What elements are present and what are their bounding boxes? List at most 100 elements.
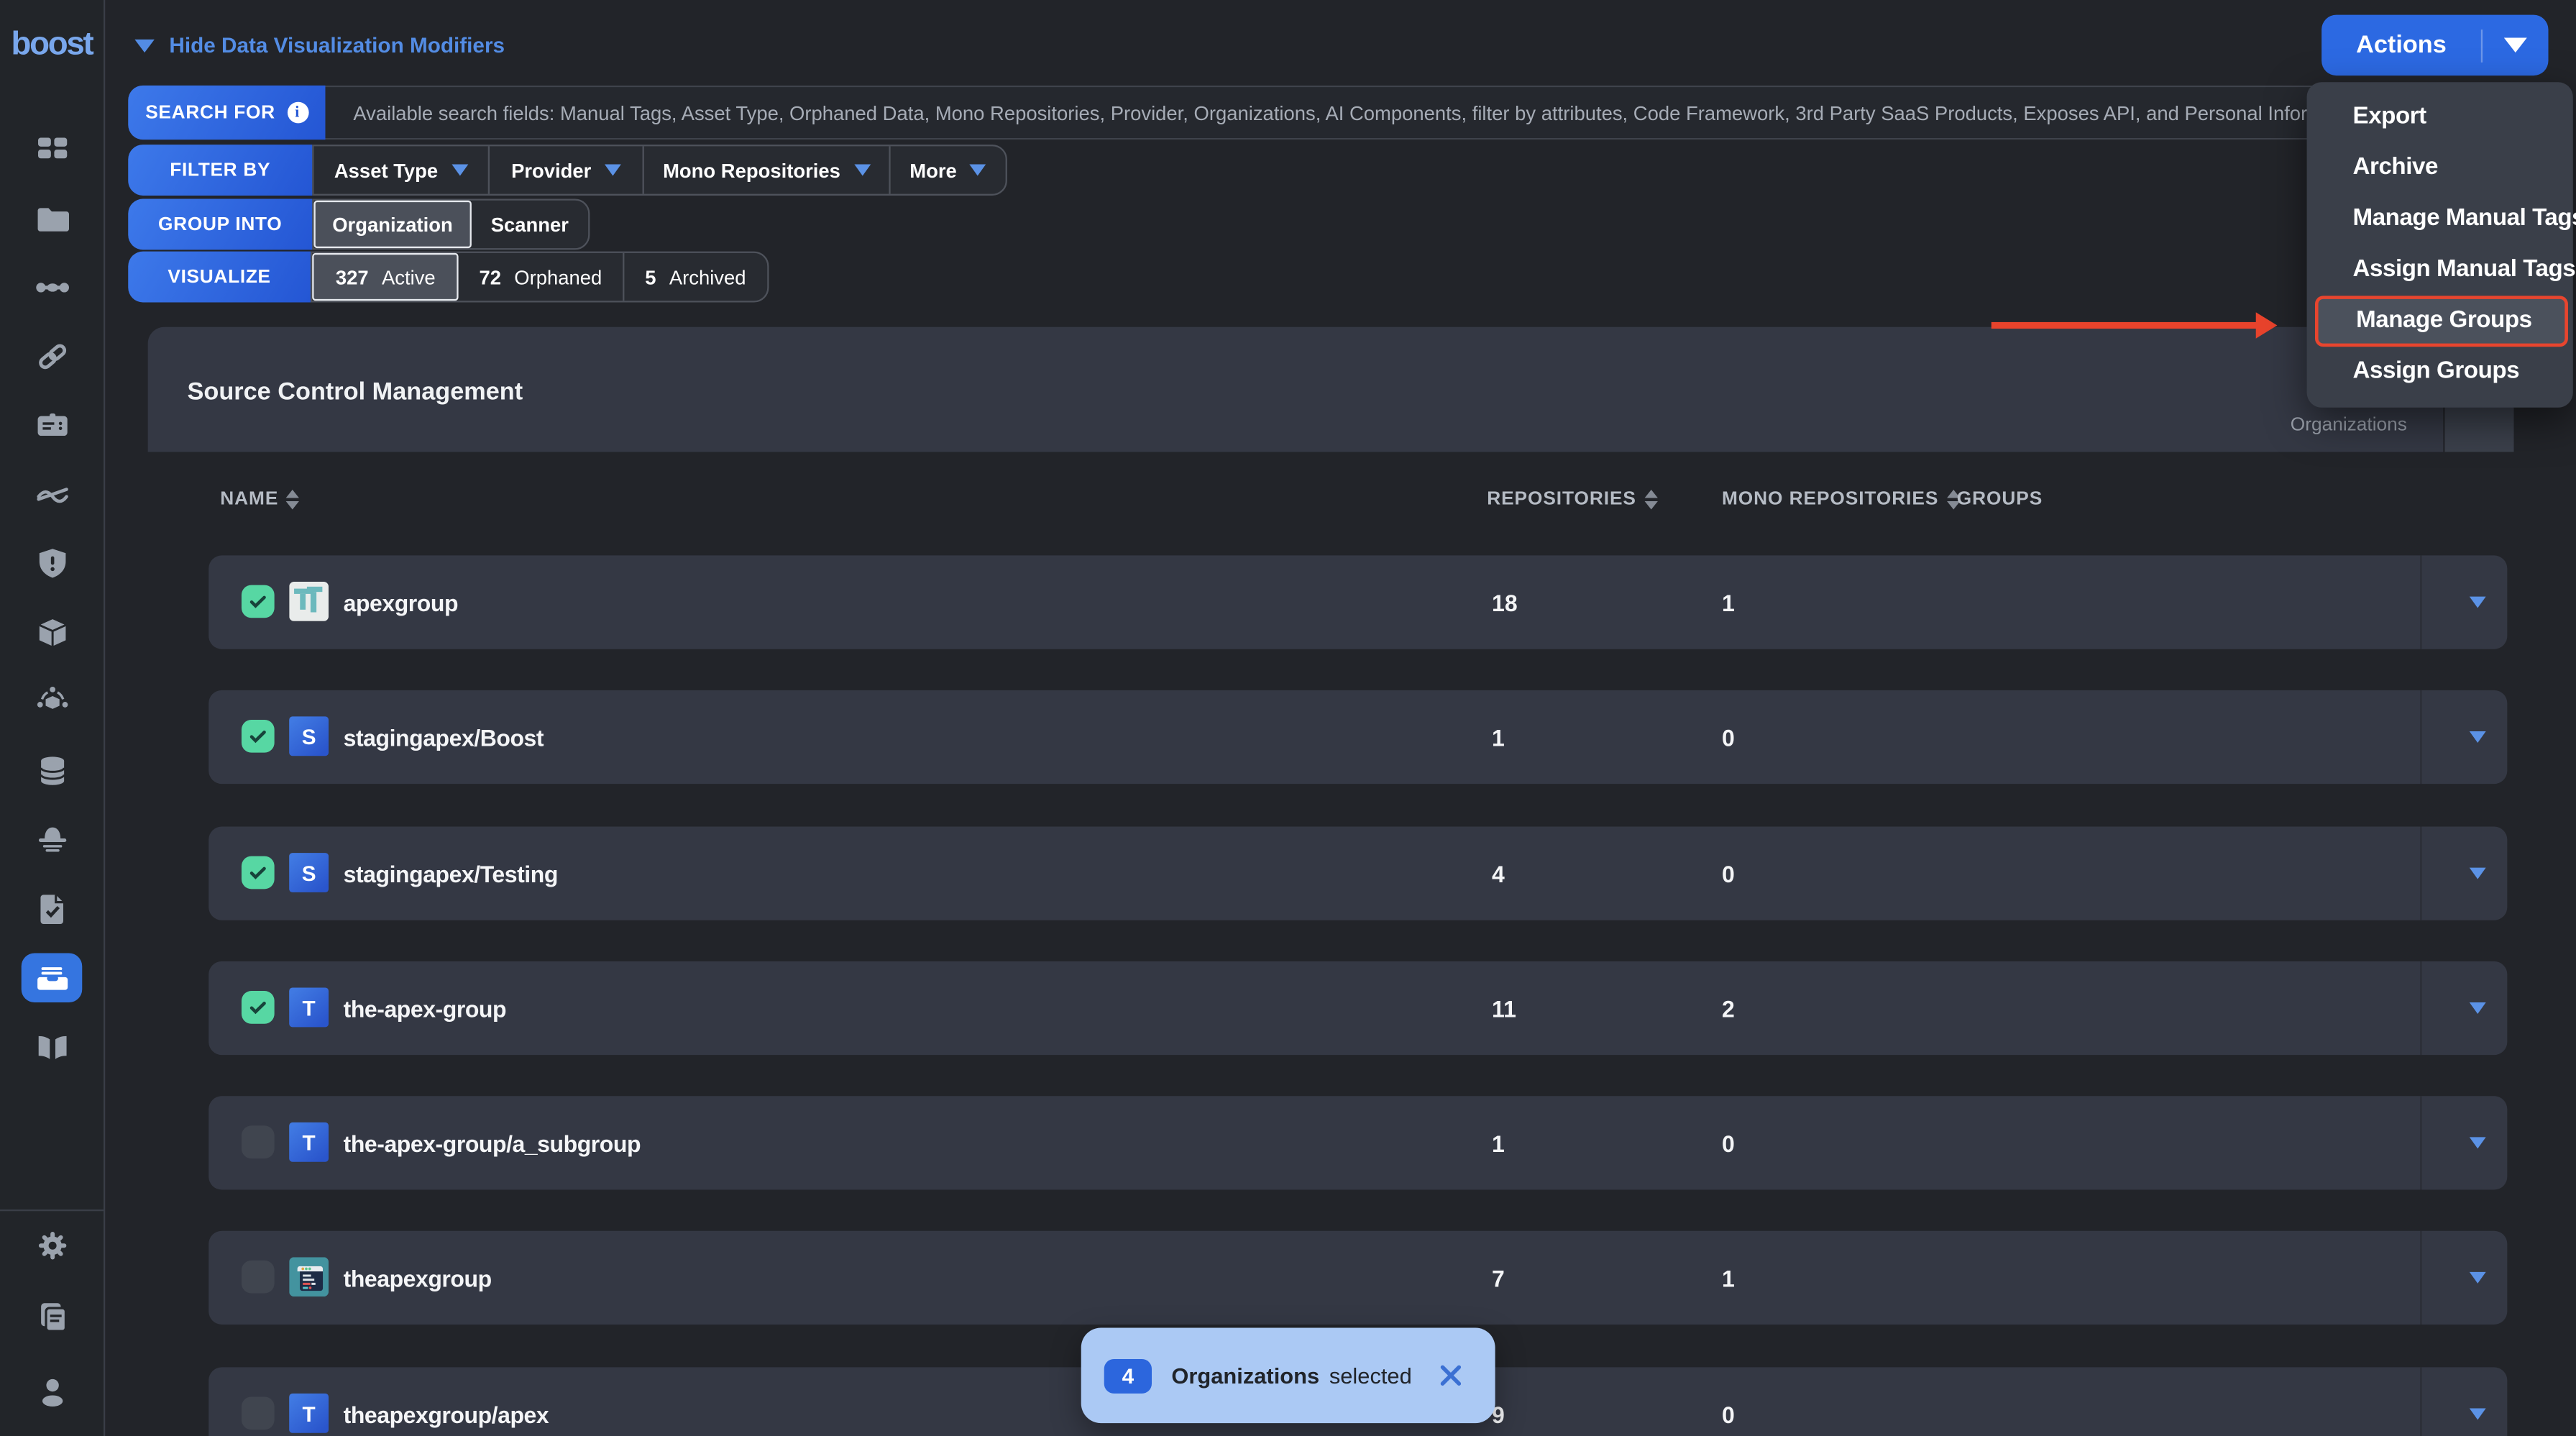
sidebar-item-inventory-card[interactable] xyxy=(0,398,104,454)
folder-icon xyxy=(37,208,68,232)
source-control-panel: Source Control Management Organizations xyxy=(147,326,2514,452)
visualize-option-archived[interactable]: 5 Archived xyxy=(624,253,768,301)
sidebar-item-integrations[interactable] xyxy=(0,329,104,385)
sidebar-item-connections[interactable] xyxy=(0,260,104,316)
group-option-organization[interactable]: Organization xyxy=(313,200,472,249)
table-row[interactable]: T the-apex-group/a_subgroup 1 0 xyxy=(208,1096,2508,1190)
sidebar: boost xyxy=(0,0,106,1436)
row-expand-caret[interactable] xyxy=(2448,827,2507,920)
row-checkbox[interactable] xyxy=(241,856,275,890)
search-for-pill: SEARCH FOR i xyxy=(128,85,326,140)
chevron-down-icon xyxy=(2469,1408,2486,1420)
sidebar-item-scanners[interactable] xyxy=(0,812,104,868)
sidebar-item-docs[interactable] xyxy=(0,1019,104,1075)
sidebar-item-dashboard[interactable] xyxy=(0,120,104,176)
asset-type-dropdown[interactable]: Asset Type xyxy=(313,146,490,194)
scanner-hat-icon xyxy=(37,827,66,852)
row-checkbox[interactable] xyxy=(241,719,275,753)
actions-caret[interactable] xyxy=(2483,37,2548,53)
row-expand-caret[interactable] xyxy=(2448,1231,2507,1325)
row-checkbox[interactable] xyxy=(241,1260,275,1294)
chevron-down-icon xyxy=(451,164,468,176)
sort-icon xyxy=(1644,490,1658,510)
menu-item-assign-manual-tags[interactable]: Assign Manual Tags xyxy=(2307,245,2576,296)
filter-by-label: FILTER BY xyxy=(170,160,271,180)
menu-item-manage-groups[interactable]: Manage Groups xyxy=(2314,296,2568,347)
repositories-count: 4 xyxy=(1492,860,1505,887)
row-divider xyxy=(2420,555,2422,649)
sidebar-item-audit-log[interactable] xyxy=(0,1289,104,1345)
org-name: stagingapex/Testing xyxy=(343,860,559,887)
visualize-pill: VISUALIZE xyxy=(128,251,311,303)
org-name: theapexgroup/apex xyxy=(343,1401,549,1427)
row-expand-caret[interactable] xyxy=(2448,1367,2507,1436)
info-icon[interactable]: i xyxy=(286,101,308,124)
sidebar-item-trends[interactable] xyxy=(0,467,104,523)
grouping-label: Organizations xyxy=(2290,416,2407,436)
mono-repositories-count: 0 xyxy=(1721,723,1735,751)
group-into-label: GROUP INTO xyxy=(158,214,283,234)
sidebar-item-account[interactable] xyxy=(0,1364,104,1420)
sidebar-item-settings[interactable] xyxy=(0,1217,104,1273)
provider-dropdown[interactable]: Provider xyxy=(490,146,644,194)
mono-repositories-count: 2 xyxy=(1721,994,1735,1022)
row-checkbox[interactable] xyxy=(241,991,275,1024)
sidebar-divider xyxy=(0,1209,104,1212)
org-name: theapexgroup xyxy=(343,1264,492,1291)
table-row[interactable]: theapexgroup 7 1 xyxy=(208,1230,2508,1325)
sidebar-item-deployments[interactable] xyxy=(0,674,104,730)
visualize-option-orphaned[interactable]: 72 Orphaned xyxy=(459,252,624,301)
menu-item-assign-groups[interactable]: Assign Groups xyxy=(2307,347,2573,398)
sidebar-item-assets[interactable] xyxy=(0,191,104,247)
menu-item-archive[interactable]: Archive xyxy=(2307,143,2573,194)
org-name: stagingapex/Boost xyxy=(343,723,544,751)
chevron-down-icon xyxy=(853,164,871,176)
repositories-count: 1 xyxy=(1492,723,1505,751)
table-row[interactable]: S stagingapex/Boost 1 0 xyxy=(208,690,2508,785)
hide-modifiers-toggle[interactable]: Hide Data Visualization Modifiers xyxy=(134,33,505,58)
row-expand-caret[interactable] xyxy=(2448,961,2507,1055)
close-icon[interactable] xyxy=(1438,1363,1465,1389)
mono-repositories-dropdown[interactable]: Mono Repositories xyxy=(644,146,891,194)
check-icon xyxy=(249,866,266,879)
visualize-option-active[interactable]: 327 Active xyxy=(312,252,459,301)
column-header-mono-repositories[interactable]: MONO REPOSITORIES xyxy=(1722,490,1961,510)
chevron-down-icon xyxy=(2503,37,2527,53)
row-divider xyxy=(2420,1096,2422,1190)
table-row[interactable]: S stagingapex/Testing 4 0 xyxy=(208,826,2508,920)
mono-repositories-count: 1 xyxy=(1721,589,1735,616)
column-header-groups[interactable]: GROUPS xyxy=(1957,490,2043,509)
document-check-icon xyxy=(40,895,63,925)
org-name: the-apex-group/a_subgroup xyxy=(343,1130,641,1156)
table-row[interactable]: apexgroup 18 1 xyxy=(208,555,2508,649)
row-expand-caret[interactable] xyxy=(2448,555,2507,649)
more-dropdown[interactable]: More xyxy=(891,146,1006,193)
row-expand-caret[interactable] xyxy=(2448,1096,2507,1189)
row-checkbox[interactable] xyxy=(241,585,275,618)
visualize-label: VISUALIZE xyxy=(168,267,271,287)
sidebar-item-databases[interactable] xyxy=(0,743,104,799)
column-header-name[interactable]: NAME xyxy=(220,490,300,510)
row-checkbox[interactable] xyxy=(241,1125,275,1159)
toast-suffix: selected xyxy=(1329,1363,1412,1388)
org-name: the-apex-group xyxy=(343,994,507,1022)
row-expand-caret[interactable] xyxy=(2448,690,2507,784)
id-card-icon xyxy=(37,413,67,436)
deploy-cube-icon xyxy=(36,687,68,709)
search-field-bar[interactable]: Available search fields: Manual Tags, As… xyxy=(325,85,2537,140)
column-header-repositories[interactable]: REPOSITORIES xyxy=(1487,490,1658,510)
row-divider xyxy=(2420,1230,2422,1325)
table-row[interactable]: T the-apex-group 11 2 xyxy=(208,961,2508,1056)
row-checkbox[interactable] xyxy=(241,1396,275,1430)
sidebar-item-packages[interactable] xyxy=(0,605,104,661)
menu-item-export[interactable]: Export xyxy=(2307,92,2573,143)
sidebar-item-inventory-active[interactable] xyxy=(0,951,104,1007)
chevron-down-icon xyxy=(2469,867,2486,879)
actions-button[interactable]: Actions xyxy=(2321,14,2549,76)
nodes-icon xyxy=(35,283,68,293)
chevron-down-icon xyxy=(2469,731,2486,743)
group-option-scanner[interactable]: Scanner xyxy=(472,201,589,248)
menu-item-manage-manual-tags[interactable]: Manage Manual Tags xyxy=(2307,194,2576,245)
sidebar-item-security[interactable] xyxy=(0,536,104,592)
sidebar-item-reports[interactable] xyxy=(0,881,104,937)
